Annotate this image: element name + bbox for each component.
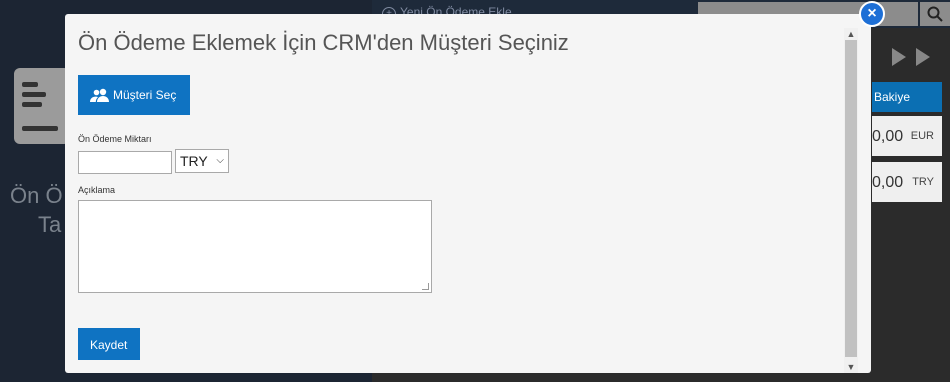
balance-amount: 0,00: [872, 174, 904, 191]
balance-currency: TRY: [912, 176, 934, 188]
balance-header: Bakiye: [872, 82, 942, 112]
balance-currency: EUR: [910, 130, 934, 142]
scroll-down-icon[interactable]: ▼: [844, 361, 858, 373]
balance-amount: 0,00: [872, 128, 904, 145]
scroll-thumb[interactable]: [845, 40, 857, 357]
prepayment-modal: Ön Ödeme Eklemek İçin CRM'den Müşteri Se…: [65, 14, 871, 373]
description-textarea[interactable]: [78, 200, 432, 293]
amount-label: Ön Ödeme Miktarı: [78, 134, 152, 144]
resize-handle-icon[interactable]: [422, 283, 429, 290]
background-title-line1: Ön Ö: [10, 183, 63, 208]
play-icon[interactable]: [892, 48, 906, 66]
amount-input[interactable]: [78, 151, 172, 174]
search-icon: [927, 6, 943, 22]
save-button[interactable]: Kaydet: [78, 328, 140, 360]
currency-selected: TRY: [180, 153, 208, 169]
pagination-controls: [872, 44, 936, 68]
users-icon: [90, 88, 109, 102]
scroll-up-icon[interactable]: ▲: [844, 28, 858, 40]
wallet-card-icon: [14, 68, 70, 144]
description-label: Açıklama: [78, 185, 116, 195]
select-customer-button[interactable]: Müşteri Seç: [78, 75, 190, 115]
balance-row: 0,00 EUR: [872, 116, 942, 156]
select-customer-label: Müşteri Seç: [113, 88, 177, 102]
save-label: Kaydet: [90, 338, 128, 352]
modal-title: Ön Ödeme Eklemek İçin CRM'den Müşteri Se…: [78, 30, 569, 55]
currency-select[interactable]: TRY ⌵: [175, 149, 229, 173]
balance-row: 0,00 TRY: [872, 162, 942, 202]
close-button[interactable]: ×: [859, 1, 885, 27]
chevron-down-icon: ⌵: [216, 155, 224, 166]
skip-end-icon[interactable]: [916, 48, 930, 66]
search-button[interactable]: [920, 2, 950, 26]
modal-scrollbar[interactable]: ▲ ▼: [844, 28, 858, 373]
background-title-line2: Ta: [38, 212, 62, 237]
